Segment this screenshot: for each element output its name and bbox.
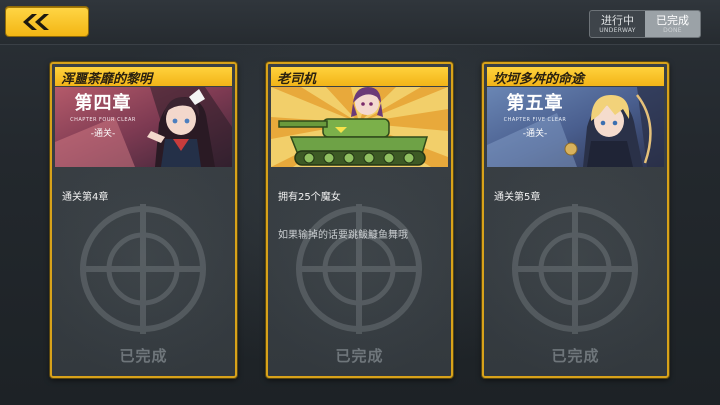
emblem-watermark <box>512 204 638 334</box>
card-title: 坎坷多舛的命途 <box>493 72 585 87</box>
card-title-bar: 老司机 <box>271 67 448 87</box>
card-description: 通关第5章 <box>494 192 541 203</box>
chapter-four-badge: 第四章 CHAPTER FOUR CLEAR -通关- <box>61 93 145 139</box>
chapter-four-title: 第四章 <box>74 93 132 114</box>
status-toggle: 进行中 UNDERWAY 已完成 DONE <box>589 10 701 38</box>
card-title-bar: 浑噩荼靡的黎明 <box>55 67 232 87</box>
chapter-five-badge: 第五章 CHAPTER FIVE CLEAR -通关- <box>493 93 577 139</box>
back-button[interactable] <box>6 7 88 36</box>
card-status: 已完成 <box>335 347 384 365</box>
card-title-bar: 坎坷多舛的命途 <box>487 67 664 87</box>
achievements-screen: 进行中 UNDERWAY 已完成 DONE 浑噩荼靡的黎明 第四章 CHAPTE… <box>0 0 720 405</box>
tab-done[interactable]: 已完成 DONE <box>645 11 700 37</box>
emblem-watermark <box>296 204 422 334</box>
card-title: 老司机 <box>277 72 317 87</box>
tab-underway[interactable]: 进行中 UNDERWAY <box>590 11 645 37</box>
card-status: 已完成 <box>119 347 168 365</box>
tank-image <box>271 87 448 167</box>
achievement-card-1[interactable]: 浑噩荼靡的黎明 第四章 CHAPTER FOUR CLEAR -通关- 通关第4… <box>50 62 237 378</box>
chapter-four-clear: -通关- <box>90 129 116 139</box>
chapter-four-en: CHAPTER FOUR CLEAR <box>70 117 136 123</box>
emblem-watermark <box>80 204 206 334</box>
chapter-five-clear: -通关- <box>522 129 548 139</box>
chapter-five-en: CHAPTER FIVE CLEAR <box>503 117 567 123</box>
card-title: 浑噩荼靡的黎明 <box>61 72 153 87</box>
card-description: 拥有25个魔女 <box>278 192 341 203</box>
chapter-five-title: 第五章 <box>506 93 564 114</box>
double-chevron-left-icon <box>23 14 49 30</box>
achievement-card-2[interactable]: 老司机 拥有25个魔女 如果输掉的话要跳鲅鱇鱼舞哦 已完成 <box>266 62 453 378</box>
tab-underway-label: 进行中 <box>601 13 634 27</box>
tab-underway-sublabel: UNDERWAY <box>599 26 636 34</box>
tank-art <box>271 87 448 167</box>
tab-done-label: 已完成 <box>656 13 689 27</box>
card-flavor-text: 如果输掉的话要跳鲅鱇鱼舞哦 <box>278 230 408 241</box>
achievement-card-3[interactable]: 坎坷多舛的命途 第五章 CHAPTER FIVE CLEAR -通关- 通关第5… <box>482 62 669 378</box>
chapter-five-art: 第五章 CHAPTER FIVE CLEAR -通关- <box>487 87 664 167</box>
card-status: 已完成 <box>551 347 600 365</box>
chapter-four-art: 第四章 CHAPTER FOUR CLEAR -通关- <box>55 87 232 167</box>
card-description: 通关第4章 <box>62 192 109 203</box>
top-bar: 进行中 UNDERWAY 已完成 DONE <box>0 0 720 45</box>
tab-done-sublabel: DONE <box>663 26 682 34</box>
